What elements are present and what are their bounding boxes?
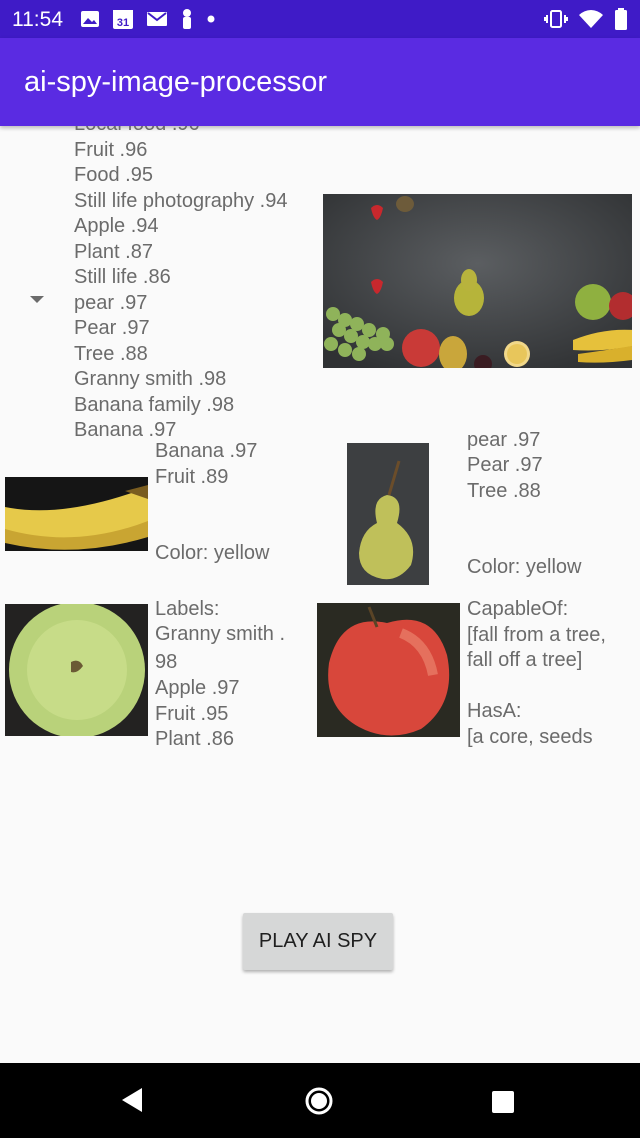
calendar-day: 31 [117, 17, 129, 29]
banana-label: Fruit .89 [155, 466, 229, 488]
home-icon[interactable] [304, 1086, 334, 1116]
green-apple-label: Granny smith . [155, 623, 286, 645]
recents-icon[interactable] [490, 1089, 516, 1115]
battery-icon [615, 8, 627, 30]
calendar-icon: 31 [113, 10, 133, 29]
fruit-still-life-image [323, 194, 632, 368]
label-item: Tree .88 [74, 342, 148, 365]
banana-image [5, 477, 148, 551]
back-icon[interactable] [120, 1085, 146, 1115]
label-item: Still life .86 [74, 266, 171, 288]
label-item: pear .97 [74, 291, 148, 314]
pear-label: pear .97 [467, 429, 541, 451]
person-icon [183, 9, 191, 29]
banana-label: Banana .97 [155, 440, 258, 462]
status-time: 11:54 [12, 8, 63, 31]
dot-icon [207, 15, 215, 23]
app-bar: ai-spy-image-processor [0, 38, 640, 126]
label-item: Fruit .96 [74, 138, 148, 161]
red-apple-image [317, 603, 460, 737]
capable-of-value: fall off a tree] [467, 649, 583, 671]
gmail-icon [147, 12, 167, 26]
label-item: Local food .96 [74, 126, 319, 138]
expand-arrow-icon[interactable] [30, 296, 44, 303]
wifi-icon [579, 10, 603, 28]
has-a-heading: HasA: [467, 700, 522, 722]
capable-of-value: [fall from a tree, [467, 624, 606, 646]
has-a-value: [a core, seeds [467, 726, 593, 748]
results-scroll-view[interactable]: Local food .96 Fruit .96 Food .95 Still … [0, 126, 640, 1063]
label-item: Apple .94 [74, 215, 159, 237]
pear-color: Color: yellow [467, 556, 582, 578]
green-apple-label: Plant .86 [155, 728, 234, 750]
labels-list: Local food .96 Fruit .96 Food .95 Still … [74, 126, 319, 444]
banana-color: Color: yellow [155, 542, 270, 564]
vibrate-icon [544, 10, 568, 28]
green-apple-labels-heading: Labels: [155, 598, 220, 620]
label-item: Banana family .98 [74, 393, 235, 416]
play-ai-spy-button[interactable]: PLAY AI SPY [243, 913, 393, 970]
label-item: Granny smith .98 [74, 368, 227, 390]
pear-image [347, 443, 429, 585]
green-apple-label: Apple .97 [155, 677, 240, 699]
label-item: Food .95 [74, 164, 153, 186]
green-apple-label: 98 [155, 651, 178, 673]
pear-label: Tree .88 [467, 480, 541, 502]
image-icon [81, 11, 99, 27]
label-item: Plant .87 [74, 240, 153, 263]
green-apple-label: Fruit .95 [155, 703, 229, 725]
navigation-bar [0, 1063, 640, 1138]
green-apple-image [5, 604, 148, 736]
pear-label: Pear .97 [467, 454, 543, 476]
capable-of-heading: CapableOf: [467, 598, 569, 620]
label-item: Still life photography .94 [74, 189, 288, 212]
status-bar: 11:54 31 [0, 0, 640, 38]
label-item: Pear .97 [74, 317, 150, 339]
app-title: ai-spy-image-processor [24, 66, 327, 98]
